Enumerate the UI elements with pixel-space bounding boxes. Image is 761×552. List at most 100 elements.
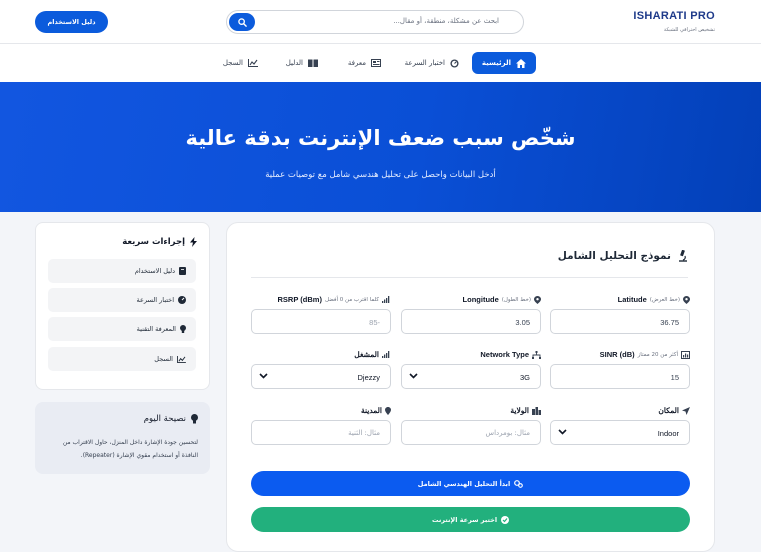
microscope-icon	[679, 250, 687, 262]
home-icon	[516, 58, 526, 68]
quick-action-label: السجل	[154, 355, 173, 363]
quick-actions-title: إجراءات سريعة	[122, 237, 197, 247]
hero-title: شخّص سبب ضعف الإنترنت بدقة عالية	[185, 126, 576, 150]
signal-bars-icon	[382, 296, 390, 303]
latitude-label: Latitude	[617, 295, 647, 304]
operator-select[interactable]: Djezzy	[251, 364, 391, 389]
chart-line-icon	[248, 59, 258, 67]
nav-item-history[interactable]: السجل	[223, 52, 258, 74]
state-input[interactable]: مثال: بومرداس	[401, 420, 541, 445]
latitude-input[interactable]: 36.75	[550, 309, 690, 334]
sinr-hint: أكثر من 20 ممتاز	[637, 351, 678, 358]
hero-banner: شخّص سبب ضعف الإنترنت بدقة عالية أدخل ال…	[0, 82, 761, 212]
state-placeholder: مثال: بومرداس	[485, 429, 530, 437]
sinr-label: SINR (dB)	[599, 350, 635, 359]
location-value: Indoor	[657, 429, 679, 438]
top-bar: ISHARATI PRO تشخيص احترافي للشبكة ابحث ع…	[0, 0, 761, 44]
network-type-label: Network Type	[480, 350, 529, 359]
longitude-input[interactable]: 3.05	[401, 309, 541, 334]
operator-value: Djezzy	[357, 373, 380, 382]
brand-name: ISHARATI PRO	[633, 10, 715, 22]
city-label: المدينة	[360, 406, 382, 415]
quick-action-label: اختبار السرعة	[136, 296, 174, 304]
sinr-value: 15	[670, 373, 679, 382]
gears-icon	[514, 479, 524, 488]
speedometer-icon	[178, 296, 186, 304]
quick-action-speedtest[interactable]: اختبار السرعة	[48, 288, 196, 312]
latitude-hint: (خط العرض)	[649, 296, 680, 303]
operator-label: المشغل	[354, 350, 379, 359]
signal-chart-icon	[681, 350, 690, 359]
city-icon	[532, 406, 541, 415]
nav-item-label: الرئيسية	[481, 59, 511, 67]
hero-subtitle: أدخل البيانات واحصل على تحليل هندسي شامل…	[265, 170, 496, 180]
quick-action-history[interactable]: السجل	[48, 347, 196, 371]
tip-title: نصيحة اليوم	[144, 414, 198, 424]
speedtest-button-label: اختبر سرعة الإنترنت	[431, 515, 498, 524]
daily-tip-card: نصيحة اليوم لتحسين جودة الإشارة داخل الم…	[35, 402, 210, 474]
search-bar[interactable]: ابحث عن مشكلة، منطقة، أو مقال...	[226, 10, 524, 34]
search-button[interactable]	[229, 13, 255, 31]
brand[interactable]: ISHARATI PRO تشخيص احترافي للشبكة	[633, 10, 715, 33]
search-input[interactable]: ابحث عن مشكلة، منطقة، أو مقال...	[393, 17, 499, 25]
chevron-down-icon	[259, 373, 268, 379]
nav-item-home[interactable]: الرئيسية	[471, 52, 536, 74]
network-type-select[interactable]: 3G	[401, 364, 541, 389]
state-label: الولاية	[510, 406, 529, 415]
speedometer-icon	[450, 58, 459, 68]
rsrp-label: RSRP (dBm)	[277, 295, 322, 304]
longitude-value: 3.05	[515, 318, 530, 327]
lightbulb-icon	[180, 325, 186, 333]
network-icon	[532, 350, 541, 359]
quick-actions-panel: إجراءات سريعة دليل الاستخدام اختبار السر…	[35, 222, 210, 390]
map-pin-icon	[683, 295, 690, 304]
longitude-label: Longitude	[462, 295, 499, 304]
nav-item-label: معرفة	[347, 59, 366, 67]
chart-line-icon	[177, 355, 186, 363]
check-circle-icon	[501, 515, 510, 524]
bolt-icon	[190, 237, 197, 247]
latitude-value: 36.75	[660, 318, 679, 327]
rsrp-value: -85	[369, 318, 380, 327]
nav-item-guide[interactable]: الدليل	[286, 52, 318, 74]
nav-item-knowledge[interactable]: معرفة	[348, 52, 381, 74]
book-icon	[179, 267, 186, 275]
tip-text: لتحسين جودة الإشارة داخل المنزل، حاول ال…	[62, 439, 198, 459]
form-title-text: نموذج التحليل الشامل	[557, 250, 671, 262]
analyze-button[interactable]: ابدأ التحليل الهندسي الشامل	[251, 471, 690, 496]
network-type-value: 3G	[519, 373, 530, 382]
longitude-hint: (خط الطول)	[501, 296, 531, 303]
nav-item-label: الدليل	[285, 59, 303, 67]
analyze-button-label: ابدأ التحليل الهندسي الشامل	[417, 479, 511, 488]
quick-action-label: دليل الاستخدام	[134, 267, 175, 275]
location-arrow-icon	[682, 406, 690, 415]
speedtest-button[interactable]: اختبر سرعة الإنترنت	[251, 507, 690, 532]
brand-tagline: تشخيص احترافي للشبكة	[663, 27, 715, 33]
sinr-input[interactable]: 15	[550, 364, 690, 389]
lightbulb-icon	[191, 414, 198, 424]
city-input[interactable]: مثال: الثنية	[251, 420, 391, 445]
rsrp-hint: كلما اقترب من 0 أفضل	[324, 296, 379, 303]
divider	[251, 277, 688, 278]
location-select[interactable]: Indoor	[550, 420, 690, 445]
chevron-down-icon	[409, 373, 418, 379]
form-title: نموذج التحليل الشامل	[558, 250, 688, 262]
signal-bars-icon	[382, 351, 390, 358]
guide-button[interactable]: دليل الاستخدام	[35, 11, 108, 33]
chevron-down-icon	[558, 429, 567, 435]
analysis-form-card: نموذج التحليل الشامل (خط العرض) Latitude…	[226, 222, 715, 552]
location-label: المكان	[658, 406, 679, 415]
main-nav: الرئيسية اختبار السرعة معرفة الدليل السج…	[0, 44, 761, 82]
rsrp-input[interactable]: -85	[251, 309, 391, 334]
quick-action-knowledge[interactable]: المعرفة التقنية	[48, 317, 196, 341]
map-pin-icon	[534, 295, 541, 304]
nav-item-label: السجل	[222, 59, 243, 67]
nav-item-label: اختبار السرعة	[404, 59, 445, 67]
quick-action-guide[interactable]: دليل الاستخدام	[48, 259, 196, 283]
map-marker-icon	[385, 406, 391, 415]
newspaper-icon	[371, 59, 381, 67]
city-placeholder: مثال: الثنية	[348, 429, 380, 437]
search-icon	[237, 17, 247, 27]
nav-item-speedtest[interactable]: اختبار السرعة	[405, 52, 459, 74]
book-icon	[308, 59, 318, 67]
